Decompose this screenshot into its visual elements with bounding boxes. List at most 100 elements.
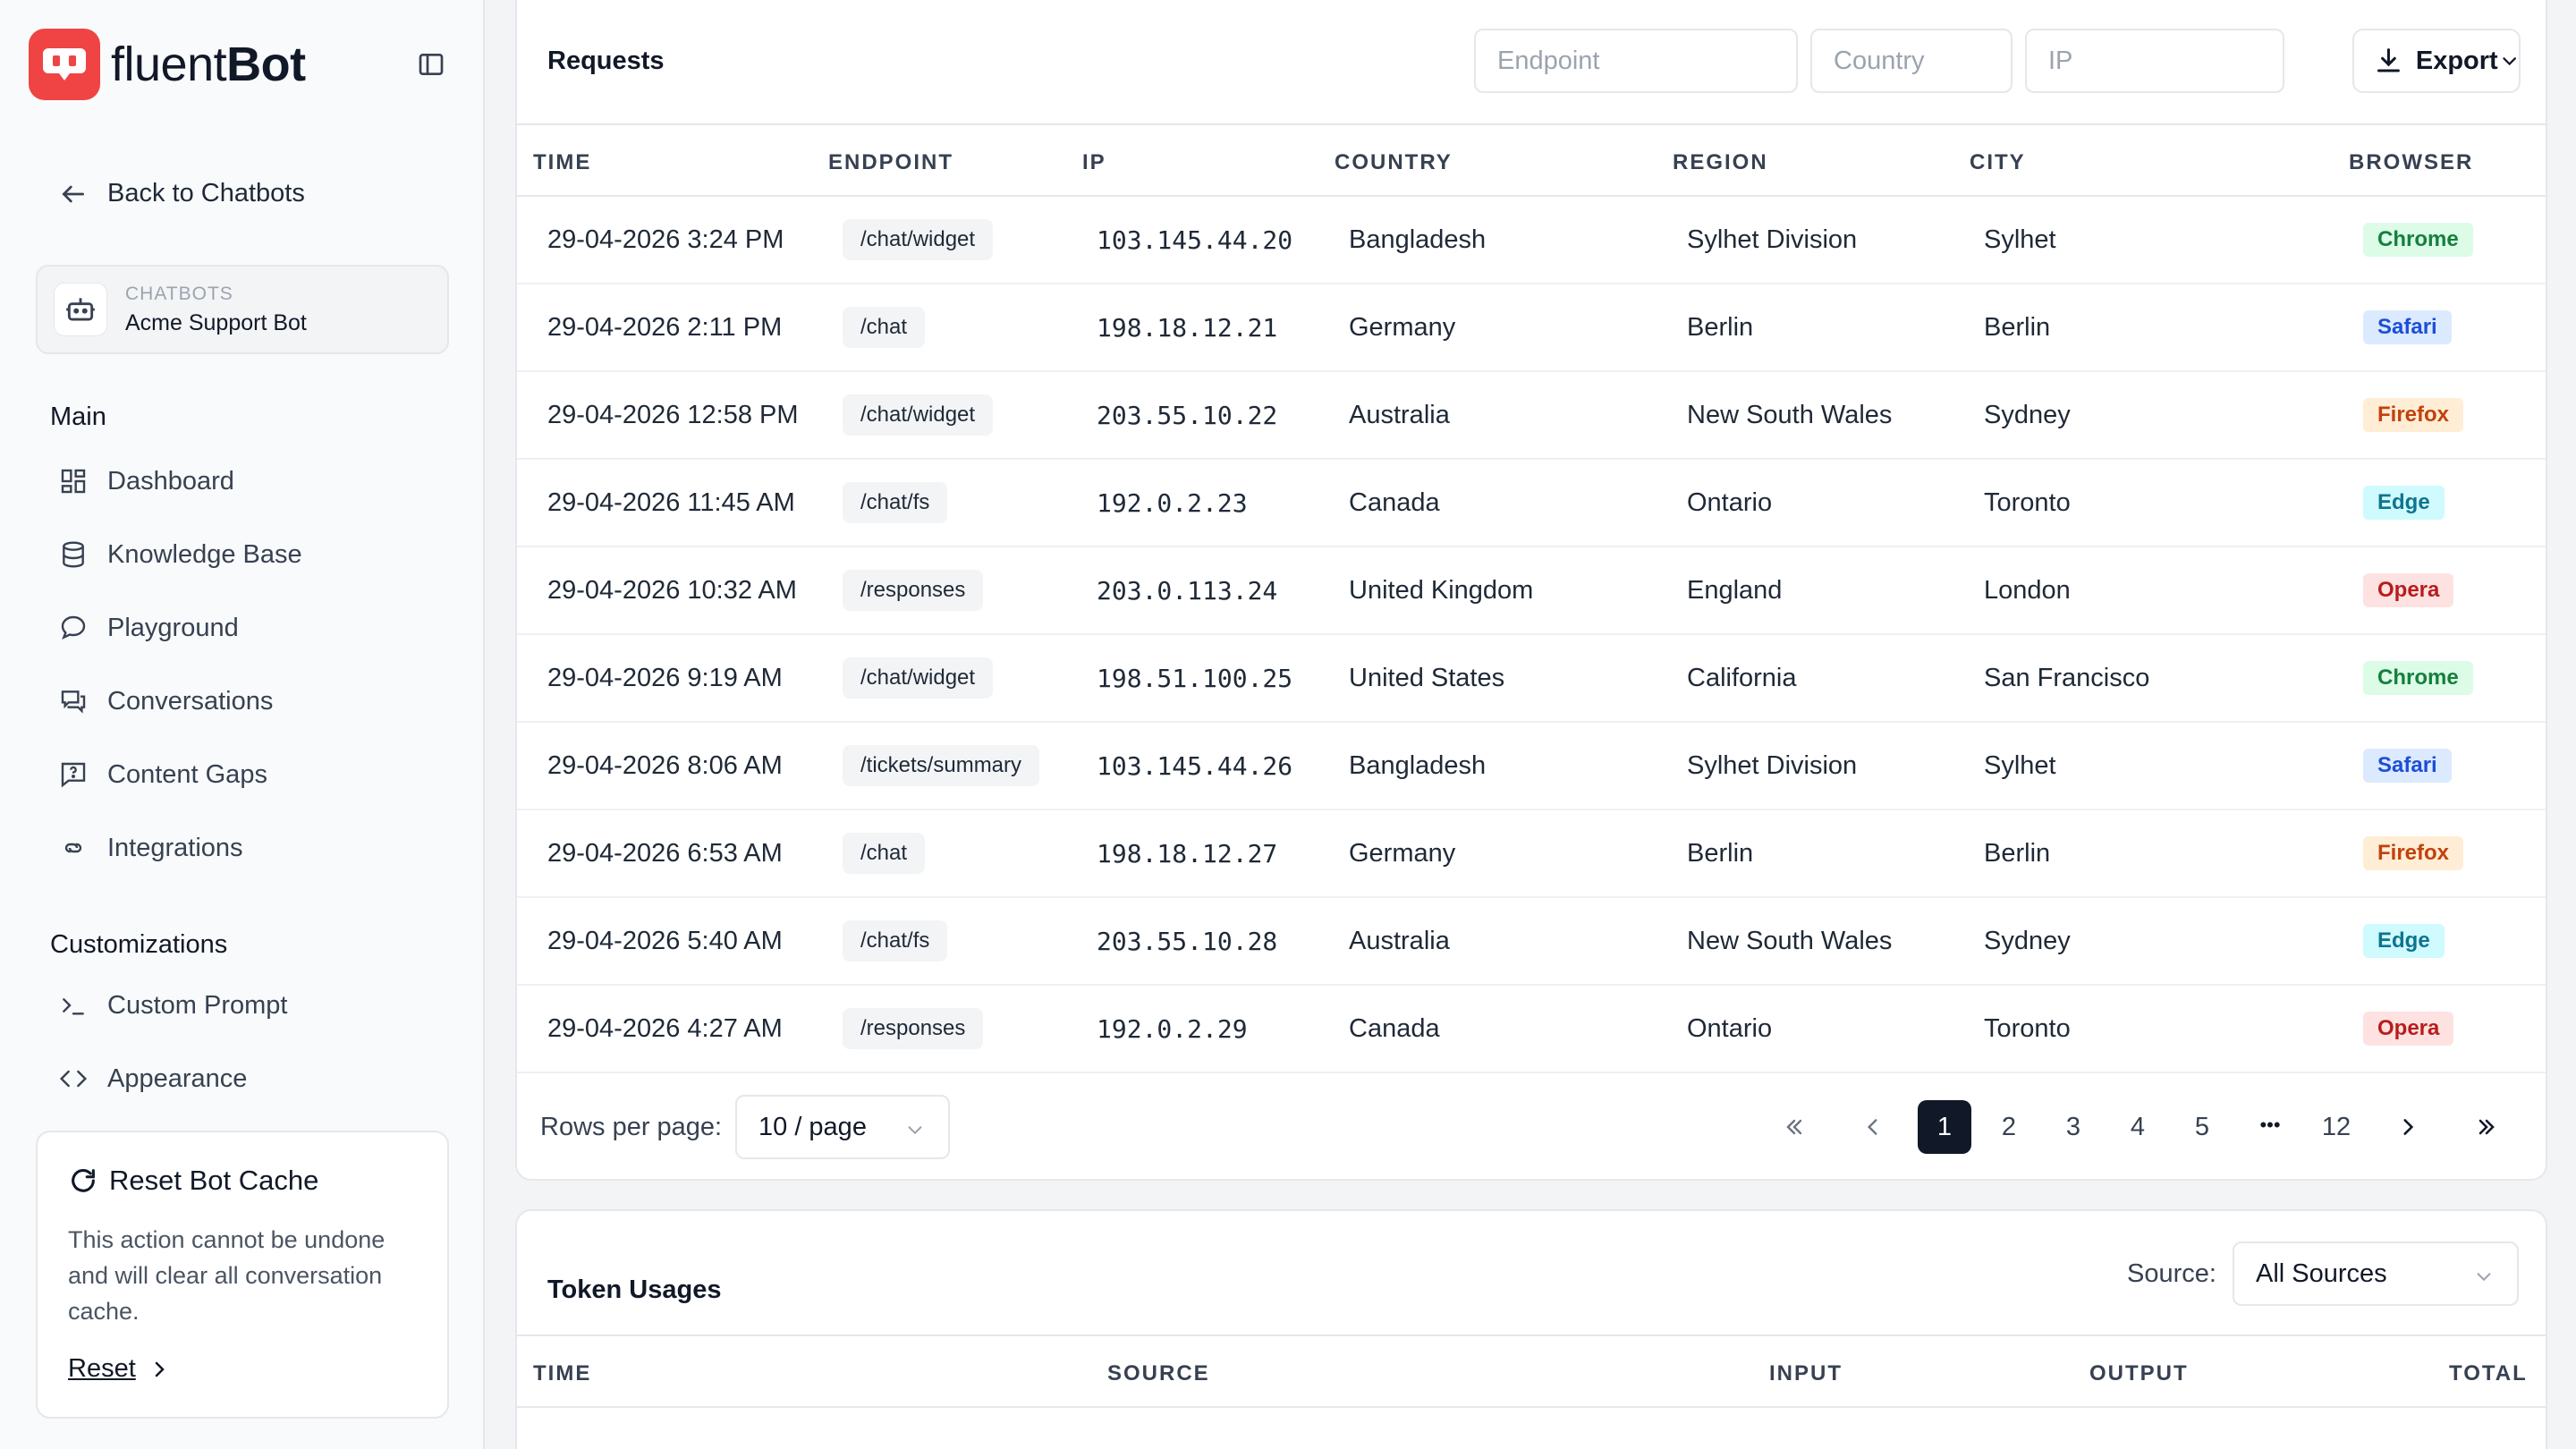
chevron-down-icon <box>2477 1273 2491 1282</box>
token-column-header-total[interactable]: TOTAL <box>2449 1361 2528 1386</box>
column-header-region[interactable]: REGION <box>1673 150 1768 175</box>
nav-item-playground[interactable]: Playground <box>59 610 239 646</box>
nav-item-label: Conversations <box>107 686 274 716</box>
bot-selector[interactable]: CHATBOTS Acme Support Bot <box>36 265 449 354</box>
page-button-12[interactable]: 12 <box>2309 1100 2363 1154</box>
browser-badge: Edge <box>2363 486 2445 520</box>
reset-cache-button[interactable]: Reset <box>68 1354 417 1384</box>
page-button-5[interactable]: 5 <box>2175 1100 2229 1154</box>
token-column-header-input[interactable]: INPUT <box>1769 1361 1843 1386</box>
rows-per-page-select[interactable]: 10 / page <box>735 1095 950 1159</box>
cell-ip-text: 198.51.100.25 <box>1097 663 1293 693</box>
cell-city: Toronto <box>1984 986 2071 1072</box>
back-to-chatbots-link[interactable]: Back to Chatbots <box>59 179 305 208</box>
cell-region-text: New South Wales <box>1687 926 1893 955</box>
cell-endpoint: /chat <box>843 810 926 896</box>
cell-time: 29-04-2026 10:32 AM <box>547 547 797 633</box>
export-label: Export <box>2415 46 2498 75</box>
cell-time-text: 29-04-2026 4:27 AM <box>547 1013 783 1043</box>
table-row[interactable]: 29-04-2026 8:06 AM/tickets/summary 103.14… <box>517 723 2546 810</box>
token-column-header-time[interactable]: TIME <box>533 1361 591 1386</box>
cell-region-text: New South Wales <box>1687 400 1893 429</box>
table-row[interactable]: 29-04-2026 3:24 PM/chat/widget 103.145.44… <box>517 197 2546 284</box>
column-header-endpoint[interactable]: ENDPOINT <box>828 150 953 175</box>
nav-item-knowledge-base[interactable]: Knowledge Base <box>59 537 302 572</box>
bot-card-kicker: CHATBOTS <box>125 283 233 304</box>
cell-time: 29-04-2026 4:27 AM <box>547 986 783 1072</box>
column-header-ip[interactable]: IP <box>1082 150 1106 175</box>
next-page-button[interactable] <box>2381 1100 2435 1154</box>
reset-cache-card: Reset Bot Cache This action cannot be un… <box>36 1131 449 1419</box>
nav-item-content-gaps[interactable]: Content Gaps <box>59 757 267 792</box>
cell-city-text: Sylhet <box>1984 750 2056 780</box>
table-row[interactable]: 29-04-2026 4:27 AM/responses 192.0.2.29 Ca… <box>517 986 2546 1073</box>
cell-country-text: Bangladesh <box>1349 225 1487 254</box>
cell-country-text: Canada <box>1349 487 1440 517</box>
prev-page-button[interactable] <box>1846 1100 1900 1154</box>
requests-title: Requests <box>547 47 665 75</box>
table-row[interactable]: 29-04-2026 11:45 AM/chat/fs 192.0.2.23 Can… <box>517 460 2546 547</box>
endpoint-filter-input[interactable] <box>1474 29 1798 93</box>
nav-item-integrations[interactable]: Integrations <box>59 830 243 866</box>
column-header-country[interactable]: COUNTRY <box>1335 150 1453 175</box>
cell-region: Berlin <box>1687 284 1753 370</box>
rows-per-page-label: Rows per page: <box>540 1112 723 1141</box>
column-header-browser[interactable]: BROWSER <box>2349 150 2473 175</box>
arrow-left-icon <box>62 185 84 202</box>
cell-region-text: Berlin <box>1687 838 1754 868</box>
page-button-2[interactable]: 2 <box>1982 1100 2036 1154</box>
browser-badge: Safari <box>2363 749 2452 783</box>
endpoint-pill: /chat/widget <box>843 394 994 436</box>
sidebar: fluentBot Back to Chatbots CHATBOTS Acme… <box>0 0 485 1449</box>
browser-badge: Firefox <box>2363 836 2464 870</box>
ip-filter-input[interactable] <box>2025 29 2284 93</box>
conversations-icon <box>61 691 86 714</box>
brand[interactable]: fluentBot <box>29 29 306 100</box>
source-filter-select[interactable]: All Sources <box>2233 1241 2519 1306</box>
first-page-button[interactable] <box>1767 1100 1821 1154</box>
cell-city-text: Berlin <box>1984 838 2051 868</box>
nav-item-conversations[interactable]: Conversations <box>59 683 273 719</box>
country-filter-input[interactable] <box>1810 29 2012 93</box>
nav-item-dashboard[interactable]: Dashboard <box>59 463 234 499</box>
cell-region-text: Sylhet Division <box>1687 225 1858 254</box>
token-column-header-source[interactable]: SOURCE <box>1107 1361 1210 1386</box>
cell-time-text: 29-04-2026 9:19 AM <box>547 663 783 692</box>
rows-per-page-value: 10 / page <box>758 1112 867 1141</box>
nav-item-custom-prompt[interactable]: Custom Prompt <box>59 987 287 1023</box>
cell-city-text: Sydney <box>1984 926 2071 955</box>
cell-ip-text: 203.0.113.24 <box>1097 575 1278 606</box>
table-row[interactable]: 29-04-2026 9:19 AM/chat/widget 198.51.100… <box>517 635 2546 723</box>
page-button-3[interactable]: 3 <box>2046 1100 2100 1154</box>
page-button-4[interactable]: 4 <box>2111 1100 2165 1154</box>
sidebar-toggle-button[interactable] <box>417 50 445 79</box>
cell-region-text: England <box>1687 575 1783 605</box>
table-row[interactable]: 29-04-2026 5:40 AM/chat/fs 203.55.10.28 Au… <box>517 898 2546 986</box>
nav-item-appearance[interactable]: Appearance <box>59 1061 247 1097</box>
chevron-right-icon <box>2403 1119 2414 1135</box>
cell-browser: Chrome <box>2363 635 2473 721</box>
column-header-time[interactable]: TIME <box>533 150 591 175</box>
cell-region: Sylhet Division <box>1687 723 1857 809</box>
requests-card: Requests Export TIME ENDPOINT IP COUNTRY… <box>515 0 2547 1181</box>
export-button[interactable]: Export <box>2352 29 2521 93</box>
table-row[interactable]: 29-04-2026 2:11 PM/chat 198.18.12.21 Germa… <box>517 284 2546 372</box>
cell-ip: 192.0.2.23 <box>1097 460 1248 546</box>
pagination-ellipsis[interactable]: ••• <box>2243 1098 2297 1152</box>
nav-item-label: Content Gaps <box>107 759 267 789</box>
table-row[interactable]: 29-04-2026 12:58 PM/chat/widget 203.55.10… <box>517 372 2546 460</box>
cell-region: New South Wales <box>1687 898 1892 984</box>
cell-endpoint: /chat/fs <box>843 460 948 546</box>
last-page-button[interactable] <box>2460 1100 2513 1154</box>
cell-ip: 203.55.10.28 <box>1097 898 1277 984</box>
cell-region: England <box>1687 547 1782 633</box>
table-row[interactable]: 29-04-2026 6:53 AM/chat 198.18.12.27 Germa… <box>517 810 2546 898</box>
chevrons-left-icon <box>1786 1119 1802 1135</box>
download-icon <box>2377 48 2400 72</box>
token-column-header-output[interactable]: OUTPUT <box>2089 1361 2189 1386</box>
table-row[interactable]: 29-04-2026 10:32 AM/responses 203.0.113.2… <box>517 547 2546 635</box>
nav-item-label: Custom Prompt <box>107 990 288 1020</box>
column-header-city[interactable]: CITY <box>1970 150 2026 175</box>
endpoint-pill: /chat/widget <box>843 657 994 699</box>
page-button-1[interactable]: 1 <box>1918 1100 1971 1154</box>
